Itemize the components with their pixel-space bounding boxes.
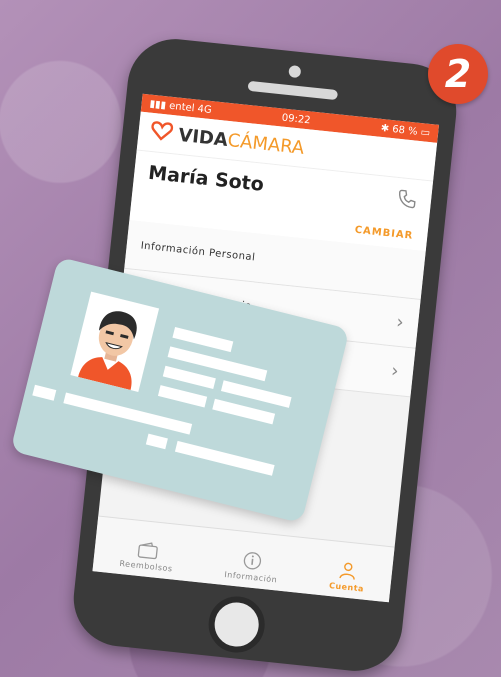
phone-icon[interactable] xyxy=(396,188,418,214)
menu-item-label: Información Personal xyxy=(140,239,256,263)
card-bar xyxy=(162,365,216,390)
battery-icon: ▭ xyxy=(420,126,431,139)
tab-informacion[interactable]: Información xyxy=(224,548,280,584)
person-icon xyxy=(337,560,359,584)
card-bar xyxy=(157,385,208,408)
network-type: 4G xyxy=(197,103,213,116)
tab-label: Reembolsos xyxy=(119,558,173,574)
card-bar xyxy=(145,433,168,450)
battery-level: 68 % xyxy=(391,123,419,138)
card-bar xyxy=(212,398,276,425)
tab-label: Información xyxy=(223,569,278,585)
avatar-icon xyxy=(78,311,137,391)
tab-bar: Reembolsos Información Cuenta xyxy=(92,515,395,603)
step-badge: 2 xyxy=(428,44,488,104)
clock: 09:22 xyxy=(281,111,312,126)
brand-vida: VIDA xyxy=(177,124,229,151)
tab-label: Cuenta xyxy=(328,580,365,594)
brand-camara: CÁMARA xyxy=(226,129,306,159)
user-name: María Soto xyxy=(147,161,265,196)
wallet-icon xyxy=(136,541,160,563)
card-bar xyxy=(32,384,57,401)
change-button[interactable]: CAMBIAR xyxy=(354,225,414,242)
heart-logo-icon xyxy=(149,120,174,146)
card-bar xyxy=(174,440,275,476)
speaker-grille xyxy=(247,80,339,101)
battery-info: ✱ 68 % ▭ xyxy=(380,122,431,138)
chevron-right-icon: › xyxy=(390,359,401,382)
bluetooth-icon: ✱ xyxy=(380,122,390,135)
home-button xyxy=(205,593,268,656)
signal-icon: ▮▮▮ xyxy=(149,98,167,111)
carrier-name: entel xyxy=(168,100,196,114)
tab-reembolsos[interactable]: Reembolsos xyxy=(119,539,175,573)
camera-dot xyxy=(288,64,302,79)
info-icon xyxy=(241,550,263,574)
card-photo xyxy=(70,291,160,392)
chevron-right-icon: › xyxy=(395,311,406,333)
tab-cuenta[interactable]: Cuenta xyxy=(328,559,367,594)
